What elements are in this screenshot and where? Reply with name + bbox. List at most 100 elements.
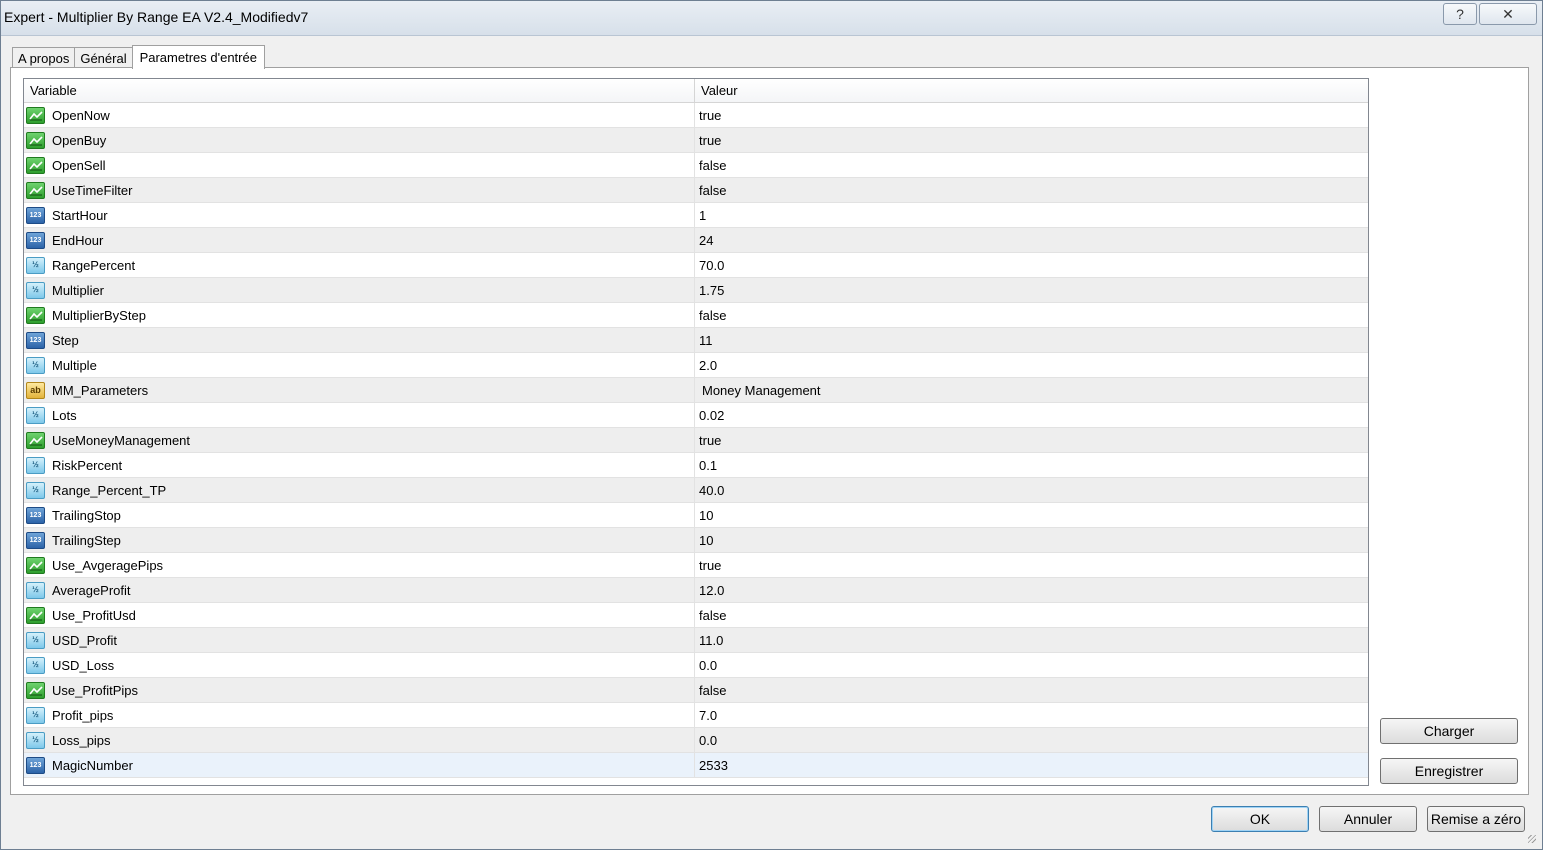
table-row[interactable]: UseTimeFilter false — [24, 178, 1368, 203]
table-row[interactable]: ½ RangePercent 70.0 — [24, 253, 1368, 278]
value-cell[interactable]: 1.75 — [695, 278, 1368, 302]
column-header-value[interactable]: Valeur — [695, 79, 1368, 102]
variable-cell[interactable]: 123 MagicNumber — [24, 753, 695, 777]
variable-name: Step — [52, 332, 79, 348]
variable-cell[interactable]: 123 Step — [24, 328, 695, 352]
value-cell[interactable]: 10 — [695, 503, 1368, 527]
variable-cell[interactable]: 123 TrailingStop — [24, 503, 695, 527]
value-cell[interactable]: 0.0 — [695, 728, 1368, 752]
tab-input-parameters[interactable]: Parametres d'entrée — [131, 45, 265, 69]
value-cell[interactable]: false — [695, 303, 1368, 327]
value-cell[interactable]: true — [695, 428, 1368, 452]
value-cell[interactable]: 0.02 — [695, 403, 1368, 427]
variable-cell[interactable]: 123 EndHour — [24, 228, 695, 252]
variable-cell[interactable]: ½ RangePercent — [24, 253, 695, 277]
value-cell[interactable]: 12.0 — [695, 578, 1368, 602]
variable-cell[interactable]: ½ RiskPercent — [24, 453, 695, 477]
variable-cell[interactable]: OpenBuy — [24, 128, 695, 152]
variable-cell[interactable]: ½ Multiple — [24, 353, 695, 377]
table-row[interactable]: Use_ProfitUsd false — [24, 603, 1368, 628]
value-cell[interactable]: true — [695, 553, 1368, 577]
variable-name: StartHour — [52, 207, 108, 223]
reset-button[interactable]: Remise a zéro — [1427, 806, 1525, 832]
double-type-icon: ½ — [26, 656, 45, 674]
table-row[interactable]: OpenNow true — [24, 103, 1368, 128]
table-row[interactable]: 123 MagicNumber 2533 — [24, 753, 1368, 778]
variable-cell[interactable]: OpenSell — [24, 153, 695, 177]
help-button[interactable]: ? — [1443, 3, 1477, 25]
value-cell[interactable]: 10 — [695, 528, 1368, 552]
value-cell[interactable]: 2533 — [695, 753, 1368, 777]
table-row[interactable]: Use_ProfitPips false — [24, 678, 1368, 703]
table-row[interactable]: UseMoneyManagement true — [24, 428, 1368, 453]
table-row[interactable]: 123 Step 11 — [24, 328, 1368, 353]
table-row[interactable]: OpenBuy true — [24, 128, 1368, 153]
variable-cell[interactable]: ½ AverageProfit — [24, 578, 695, 602]
table-row[interactable]: ½ Profit_pips 7.0 — [24, 703, 1368, 728]
value-cell[interactable]: 70.0 — [695, 253, 1368, 277]
variable-cell[interactable]: UseMoneyManagement — [24, 428, 695, 452]
close-button[interactable]: ✕ — [1479, 3, 1537, 25]
table-row[interactable]: OpenSell false — [24, 153, 1368, 178]
table-row[interactable]: ½ Multiplier 1.75 — [24, 278, 1368, 303]
value-cell[interactable]: 7.0 — [695, 703, 1368, 727]
variable-cell[interactable]: ½ Lots — [24, 403, 695, 427]
variable-cell[interactable]: Use_ProfitPips — [24, 678, 695, 702]
title-bar[interactable]: Expert - Multiplier By Range EA V2.4_Mod… — [1, 1, 1542, 36]
value-cell[interactable]: 1 — [695, 203, 1368, 227]
variable-cell[interactable]: Use_AvgeragePips — [24, 553, 695, 577]
table-row[interactable]: ½ RiskPercent 0.1 — [24, 453, 1368, 478]
variable-cell[interactable]: ½ Range_Percent_TP — [24, 478, 695, 502]
table-row[interactable]: 123 StartHour 1 — [24, 203, 1368, 228]
variable-cell[interactable]: ½ Loss_pips — [24, 728, 695, 752]
variable-cell[interactable]: 123 TrailingStep — [24, 528, 695, 552]
value-cell[interactable]: 24 — [695, 228, 1368, 252]
value-cell[interactable]: 40.0 — [695, 478, 1368, 502]
table-row[interactable]: ½ Loss_pips 0.0 — [24, 728, 1368, 753]
table-row[interactable]: Use_AvgeragePips true — [24, 553, 1368, 578]
table-row[interactable]: ½ Range_Percent_TP 40.0 — [24, 478, 1368, 503]
value-cell[interactable]: 11.0 — [695, 628, 1368, 652]
value-cell[interactable]: false — [695, 153, 1368, 177]
cancel-button[interactable]: Annuler — [1319, 806, 1417, 832]
variable-cell[interactable]: ½ Multiplier — [24, 278, 695, 302]
variable-cell[interactable]: UseTimeFilter — [24, 178, 695, 202]
ok-button[interactable]: OK — [1211, 806, 1309, 832]
variable-cell[interactable]: ½ USD_Profit — [24, 628, 695, 652]
column-header-variable[interactable]: Variable — [24, 79, 695, 102]
table-row[interactable]: MultiplierByStep false — [24, 303, 1368, 328]
tab-general[interactable]: Général — [74, 47, 133, 68]
value-cell[interactable]: 11 — [695, 328, 1368, 352]
load-button[interactable]: Charger — [1380, 718, 1518, 744]
value-cell[interactable]: true — [695, 103, 1368, 127]
resize-grip-icon[interactable] — [1528, 835, 1536, 843]
save-button[interactable]: Enregistrer — [1380, 758, 1518, 784]
value-cell[interactable]: false — [695, 603, 1368, 627]
table-row[interactable]: 123 TrailingStep 10 — [24, 528, 1368, 553]
table-row[interactable]: ½ Lots 0.02 — [24, 403, 1368, 428]
value-cell[interactable]: false — [695, 678, 1368, 702]
table-row[interactable]: ½ AverageProfit 12.0 — [24, 578, 1368, 603]
tab-about[interactable]: A propos — [12, 47, 76, 68]
variable-cell[interactable]: MultiplierByStep — [24, 303, 695, 327]
table-row[interactable]: ab MM_Parameters Money Management — [24, 378, 1368, 403]
value-cell[interactable]: 2.0 — [695, 353, 1368, 377]
table-row[interactable]: ½ USD_Profit 11.0 — [24, 628, 1368, 653]
value-cell[interactable]: true — [695, 128, 1368, 152]
variable-cell[interactable]: 123 StartHour — [24, 203, 695, 227]
value-cell[interactable]: false — [695, 178, 1368, 202]
variable-cell[interactable]: Use_ProfitUsd — [24, 603, 695, 627]
table-row[interactable]: ½ Multiple 2.0 — [24, 353, 1368, 378]
table-row[interactable]: 123 TrailingStop 10 — [24, 503, 1368, 528]
table-row[interactable]: 123 EndHour 24 — [24, 228, 1368, 253]
variable-cell[interactable]: ab MM_Parameters — [24, 378, 695, 402]
value-cell[interactable]: 0.0 — [695, 653, 1368, 677]
value-cell[interactable]: Money Management — [695, 378, 1368, 402]
variable-name: OpenSell — [52, 157, 106, 173]
variable-cell[interactable]: OpenNow — [24, 103, 695, 127]
variable-name: OpenBuy — [52, 132, 107, 148]
table-row[interactable]: ½ USD_Loss 0.0 — [24, 653, 1368, 678]
value-cell[interactable]: 0.1 — [695, 453, 1368, 477]
variable-cell[interactable]: ½ USD_Loss — [24, 653, 695, 677]
variable-cell[interactable]: ½ Profit_pips — [24, 703, 695, 727]
